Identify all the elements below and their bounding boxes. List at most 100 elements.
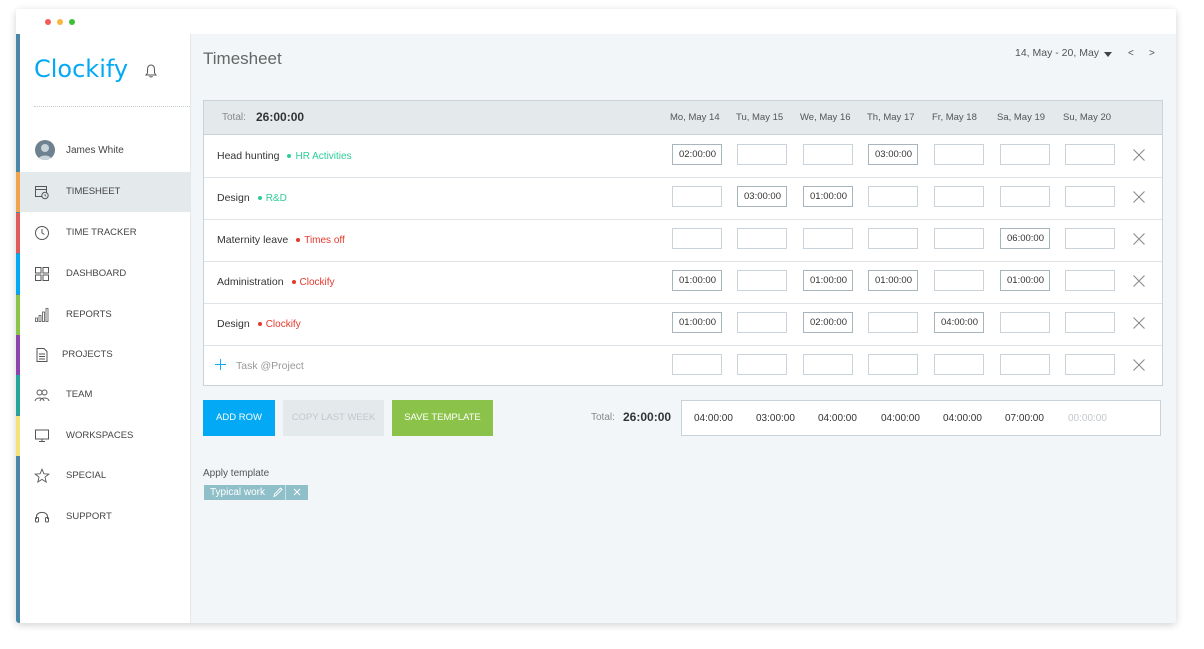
- project-color-dot: [287, 153, 292, 158]
- time-entry-input[interactable]: 02:00:00: [803, 312, 853, 333]
- time-entry-input[interactable]: [672, 228, 722, 249]
- time-entry-input[interactable]: [1000, 144, 1050, 165]
- time-entry-input[interactable]: [1065, 228, 1115, 249]
- prev-week-button[interactable]: <: [1128, 48, 1134, 59]
- sidebar-item-projects[interactable]: PROJECTS: [16, 335, 190, 375]
- time-entry-input[interactable]: [1065, 270, 1115, 291]
- sidebar-item-dashboard[interactable]: DASHBOARD: [16, 254, 190, 294]
- time-entry-input[interactable]: [1000, 186, 1050, 207]
- sidebar-user[interactable]: James White: [20, 130, 190, 170]
- time-entry-input[interactable]: [803, 144, 853, 165]
- pencil-icon[interactable]: [271, 485, 285, 500]
- time-entry-input[interactable]: [934, 354, 984, 375]
- time-entry-input[interactable]: [1065, 312, 1115, 333]
- time-entry-input[interactable]: [868, 228, 918, 249]
- daily-total: 04:00:00: [943, 413, 982, 424]
- template-chip-label[interactable]: Typical work: [204, 485, 271, 500]
- sidebar-item-support[interactable]: SUPPORT: [20, 497, 190, 537]
- time-entry-input[interactable]: [868, 312, 918, 333]
- time-entry-input[interactable]: [868, 354, 918, 375]
- time-entry-input[interactable]: 02:00:00: [672, 144, 722, 165]
- sidebar-item-time-tracker[interactable]: TIME TRACKER: [16, 213, 190, 253]
- plus-icon[interactable]: [214, 358, 227, 371]
- sidebar: Clockify James White TIMESHEET TIME TRAC…: [16, 34, 191, 623]
- close-icon[interactable]: [285, 485, 308, 500]
- time-entry-input[interactable]: [1000, 312, 1050, 333]
- sidebar-item-label: TEAM: [66, 389, 93, 400]
- titlebar: [16, 9, 1176, 34]
- sidebar-item-timesheet[interactable]: TIMESHEET: [16, 172, 190, 212]
- time-entry-input[interactable]: [672, 354, 722, 375]
- time-entry-input[interactable]: [934, 270, 984, 291]
- task-project-label[interactable]: Administration Clockify: [217, 276, 335, 288]
- time-entry-input[interactable]: [1065, 144, 1115, 165]
- time-entry-input[interactable]: [934, 228, 984, 249]
- time-entry-input[interactable]: [737, 144, 787, 165]
- task-project-label[interactable]: Maternity leave Times off: [217, 234, 345, 246]
- time-entry-input[interactable]: [737, 228, 787, 249]
- time-entry-input[interactable]: [1000, 354, 1050, 375]
- bell-icon[interactable]: [143, 63, 159, 79]
- add-row-button[interactable]: ADD ROW: [203, 400, 275, 436]
- daily-total: 04:00:00: [881, 413, 920, 424]
- delete-row-icon[interactable]: [1132, 358, 1146, 372]
- time-entry-input[interactable]: 01:00:00: [803, 186, 853, 207]
- template-chip[interactable]: Typical work: [204, 485, 309, 500]
- time-entry-input[interactable]: 01:00:00: [1000, 270, 1050, 291]
- clockify-logo[interactable]: Clockify: [34, 55, 128, 83]
- delete-row-icon[interactable]: [1132, 274, 1146, 288]
- delete-row-icon[interactable]: [1132, 232, 1146, 246]
- time-entry-input[interactable]: [737, 354, 787, 375]
- sidebar-item-special[interactable]: SPECIAL: [20, 456, 190, 496]
- time-entry-input[interactable]: 01:00:00: [672, 270, 722, 291]
- sidebar-item-reports[interactable]: REPORTS: [16, 295, 190, 335]
- time-entry-input[interactable]: 06:00:00: [1000, 228, 1050, 249]
- delete-row-icon[interactable]: [1132, 148, 1146, 162]
- time-entry-input[interactable]: [868, 186, 918, 207]
- app-window: Clockify James White TIMESHEET TIME TRAC…: [16, 9, 1176, 623]
- chevron-down-icon[interactable]: [1104, 52, 1112, 57]
- time-entry-input[interactable]: [803, 228, 853, 249]
- window-minimize-dot[interactable]: [57, 19, 63, 25]
- avatar[interactable]: [35, 140, 55, 160]
- time-entry-input[interactable]: 01:00:00: [868, 270, 918, 291]
- task-project-label[interactable]: Head hunting HR Activities: [217, 150, 352, 162]
- time-entry-input[interactable]: 04:00:00: [934, 312, 984, 333]
- copy-last-week-button[interactable]: COPY LAST WEEK: [283, 400, 384, 436]
- delete-row-icon[interactable]: [1132, 190, 1146, 204]
- table-row: Maternity leave Times off 06:00:00: [204, 219, 1162, 262]
- time-entry-input[interactable]: 03:00:00: [737, 186, 787, 207]
- time-entry-input[interactable]: [934, 186, 984, 207]
- time-entry-input[interactable]: 01:00:00: [803, 270, 853, 291]
- add-task-input[interactable]: Task @Project: [214, 358, 304, 372]
- next-week-button[interactable]: >: [1149, 48, 1155, 59]
- window-maximize-dot[interactable]: [69, 19, 75, 25]
- task-name: Administration: [217, 276, 284, 288]
- task-project-label[interactable]: Design R&D: [217, 192, 287, 204]
- sidebar-item-label: TIMESHEET: [66, 186, 121, 197]
- save-template-button[interactable]: SAVE TEMPLATE: [392, 400, 493, 436]
- day-header: Mo, May 14: [670, 112, 720, 123]
- time-entry-input[interactable]: [672, 186, 722, 207]
- window-close-dot[interactable]: [45, 19, 51, 25]
- time-entry-input[interactable]: [737, 312, 787, 333]
- time-entry-input[interactable]: [1065, 186, 1115, 207]
- task-name: Head hunting: [217, 150, 280, 162]
- sidebar-item-team[interactable]: TEAM: [16, 375, 190, 415]
- time-entry-input[interactable]: 01:00:00: [672, 312, 722, 333]
- sidebar-item-label: REPORTS: [66, 309, 112, 320]
- project-name: R&D: [265, 193, 287, 204]
- user-name: James White: [66, 145, 124, 156]
- sidebar-item-workspaces[interactable]: WORKSPACES: [16, 416, 190, 456]
- team-icon: [34, 389, 50, 402]
- time-entry-input[interactable]: [803, 354, 853, 375]
- task-project-label[interactable]: Design Clockify: [217, 318, 301, 330]
- time-entry-input[interactable]: [1065, 354, 1115, 375]
- time-entry-input[interactable]: [737, 270, 787, 291]
- date-range-picker[interactable]: 14, May - 20, May: [1015, 47, 1099, 59]
- sidebar-item-label: DASHBOARD: [66, 268, 127, 279]
- time-entry-input[interactable]: [934, 144, 984, 165]
- time-entry-input[interactable]: 03:00:00: [868, 144, 918, 165]
- project-color-dot: [257, 321, 262, 326]
- delete-row-icon[interactable]: [1132, 316, 1146, 330]
